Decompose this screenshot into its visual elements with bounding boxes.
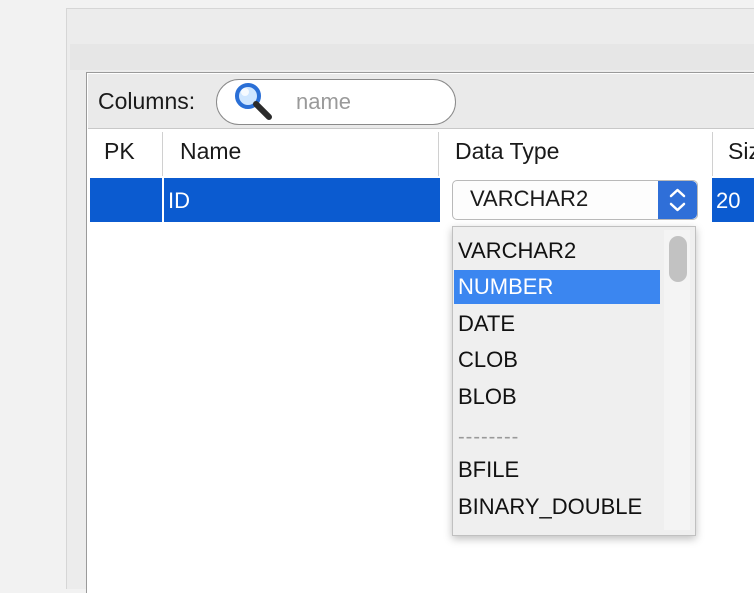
column-divider — [712, 132, 713, 176]
scrollbar-thumb[interactable] — [669, 236, 687, 282]
dropdown-option-blob[interactable]: BLOB — [454, 380, 660, 414]
dropdown-option-number[interactable]: NUMBER — [454, 270, 660, 304]
dropdown-option-binary-double[interactable]: BINARY_DOUBLE — [454, 490, 660, 524]
column-header-pk[interactable]: PK — [104, 138, 135, 165]
search-icon — [235, 83, 272, 120]
dropdown-separator: -------- — [458, 426, 520, 448]
columns-label: Columns: — [98, 88, 196, 114]
name-cell[interactable]: ID — [168, 188, 190, 214]
column-divider — [162, 132, 163, 176]
column-header-name[interactable]: Name — [180, 138, 241, 165]
dropdown-option-bfile[interactable]: BFILE — [454, 453, 660, 487]
column-divider — [438, 132, 439, 176]
dropdown-option-date[interactable]: DATE — [454, 307, 660, 341]
column-header-data-type[interactable]: Data Type — [455, 138, 559, 165]
up-down-chevron-icon[interactable] — [658, 181, 697, 219]
size-cell[interactable]: 20 — [716, 188, 740, 214]
search-input[interactable] — [296, 86, 446, 118]
panel-header-strip — [70, 44, 754, 70]
dropdown-option-varchar2[interactable]: VARCHAR2 — [454, 234, 660, 268]
dropdown-option-clob[interactable]: CLOB — [454, 343, 660, 377]
data-type-value: VARCHAR2 — [470, 186, 589, 211]
pk-cell[interactable] — [90, 178, 164, 222]
column-header-size[interactable]: Siz — [728, 138, 754, 165]
